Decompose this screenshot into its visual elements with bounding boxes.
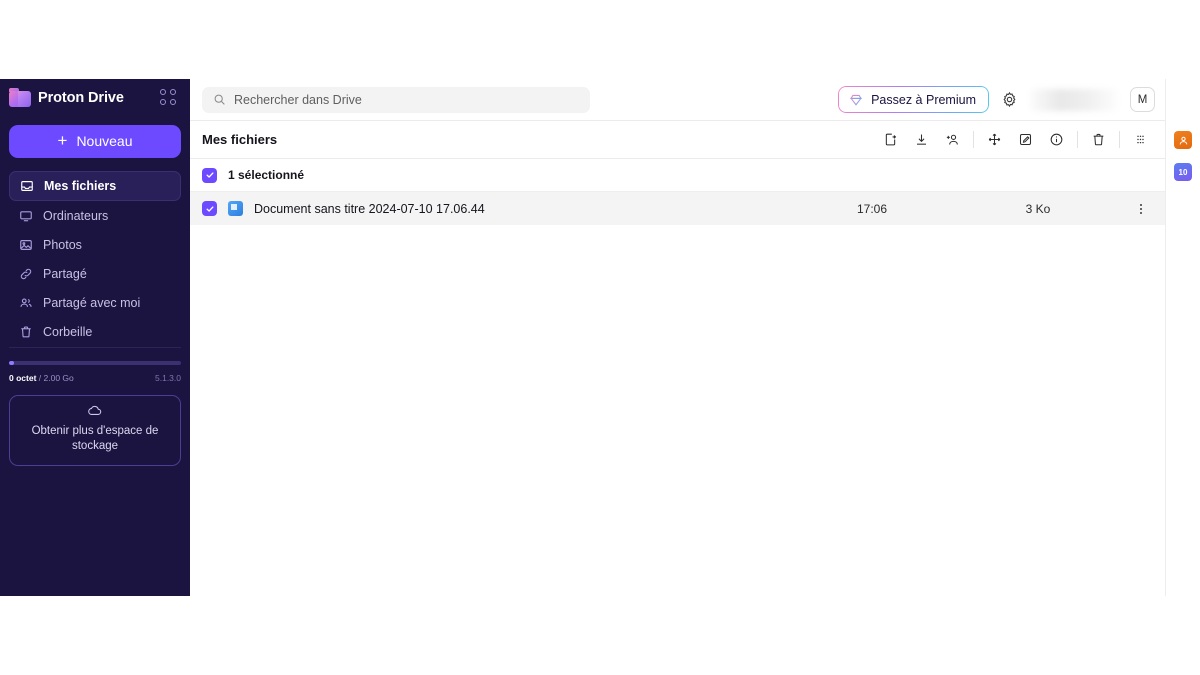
- sidebar-item-label: Photos: [43, 238, 82, 253]
- search-placeholder: Rechercher dans Drive: [234, 92, 362, 107]
- monitor-icon: [19, 209, 33, 223]
- sidebar-bottom-spacer: [0, 466, 190, 596]
- browser-extension-rail: 10: [1165, 79, 1200, 596]
- proton-doc-icon: [228, 201, 243, 216]
- sidebar-item-label: Mes fichiers: [44, 179, 117, 194]
- extension-orange-icon[interactable]: [1174, 131, 1192, 149]
- sidebar-nav: Mes fichiers Ordinateurs Photos Partagé …: [0, 171, 190, 347]
- app-version: 5.1.3.0: [155, 373, 181, 384]
- file-name: Document sans titre 2024-07-10 17.06.44: [254, 201, 485, 216]
- sidebar-item-label: Corbeille: [43, 325, 93, 340]
- main-area: Rechercher dans Drive Passez à Premium M…: [190, 79, 1165, 596]
- get-more-storage-line1: Obtenir plus d'espace de: [31, 425, 159, 438]
- select-all-checkbox[interactable]: [202, 167, 217, 183]
- storage-separator: /: [36, 373, 44, 384]
- move-icon[interactable]: [979, 127, 1010, 153]
- apps-grid-icon[interactable]: [158, 87, 180, 109]
- storage-meta: 0 octet / 2.00 Go 5.1.3.0: [9, 373, 181, 383]
- table-row[interactable]: Document sans titre 2024-07-10 17.06.44 …: [190, 192, 1165, 225]
- new-button-label: Nouveau: [76, 133, 133, 150]
- proton-drive-app: Proton Drive + Nouveau Mes fichiers Ordi…: [0, 79, 1165, 596]
- storage-usage-text: 0 octet / 2.00 Go: [9, 373, 74, 383]
- storage-divider: [9, 347, 181, 349]
- storage-total: 2.00 Go: [43, 373, 74, 384]
- gear-icon[interactable]: [1001, 91, 1018, 108]
- layout-icon[interactable]: [1125, 127, 1156, 153]
- file-size: 3 Ko: [1025, 201, 1051, 216]
- file-list: Document sans titre 2024-07-10 17.06.44 …: [190, 192, 1165, 596]
- file-modified-time: 17:06: [856, 201, 888, 216]
- avatar[interactable]: M: [1130, 87, 1155, 112]
- brand-row: Proton Drive: [0, 79, 190, 117]
- storage-progress-bar: [9, 361, 181, 366]
- topbar-right: Passez à Premium M: [838, 86, 1155, 113]
- sidebar-item-ordinateurs[interactable]: Ordinateurs: [9, 202, 181, 230]
- image-icon: [19, 238, 33, 252]
- trash-icon: [19, 325, 33, 339]
- sidebar-item-photos[interactable]: Photos: [9, 231, 181, 259]
- upgrade-premium-button[interactable]: Passez à Premium: [838, 86, 989, 113]
- toolbar-separator: [973, 131, 974, 148]
- share-file-icon[interactable]: [875, 127, 906, 153]
- sidebar-item-label: Ordinateurs: [43, 209, 109, 224]
- selection-count-label: 1 sélectionné: [228, 168, 305, 182]
- sidebar-item-label: Partagé: [43, 267, 87, 282]
- download-icon[interactable]: [906, 127, 937, 153]
- toolbar-actions: [875, 127, 1156, 153]
- brand-name: Proton Drive: [38, 89, 124, 106]
- sidebar-item-label: Partagé avec moi: [43, 296, 141, 311]
- topbar: Rechercher dans Drive Passez à Premium M: [190, 79, 1165, 121]
- selection-bar: 1 sélectionné: [190, 159, 1165, 192]
- rename-icon[interactable]: [1010, 127, 1041, 153]
- sidebar-item-mes-fichiers[interactable]: Mes fichiers: [9, 171, 181, 202]
- breadcrumb: Mes fichiers: [202, 132, 278, 147]
- row-checkbox[interactable]: [202, 201, 217, 216]
- proton-drive-logo-icon: [9, 88, 31, 108]
- share-with-user-icon[interactable]: [937, 127, 968, 153]
- upgrade-premium-label: Passez à Premium: [871, 92, 976, 107]
- users-icon: [19, 296, 33, 310]
- toolbar-separator: [1077, 131, 1078, 148]
- sidebar: Proton Drive + Nouveau Mes fichiers Ordi…: [0, 79, 190, 596]
- storage-progress-fill: [9, 361, 15, 366]
- toolbar: Mes fichiers: [190, 121, 1165, 159]
- sidebar-item-partage-avec-moi[interactable]: Partagé avec moi: [9, 289, 181, 317]
- toolbar-separator: [1119, 131, 1120, 148]
- new-button[interactable]: + Nouveau: [9, 124, 181, 159]
- details-icon[interactable]: [1041, 127, 1072, 153]
- more-vertical-icon[interactable]: [1129, 202, 1153, 216]
- get-more-storage-line2: stockage: [71, 440, 119, 453]
- storage-used: 0 octet: [9, 373, 37, 384]
- storage-section: 0 octet / 2.00 Go 5.1.3.0: [0, 347, 190, 383]
- extension-blue-icon[interactable]: 10: [1174, 163, 1192, 181]
- search-icon: [213, 93, 226, 106]
- cloud-icon: [18, 405, 172, 421]
- sidebar-item-partage[interactable]: Partagé: [9, 260, 181, 288]
- plus-icon: +: [57, 130, 68, 150]
- tray-icon: [20, 179, 34, 193]
- search-input[interactable]: Rechercher dans Drive: [202, 86, 590, 113]
- gem-icon: [849, 93, 863, 107]
- redacted-account-label: [1030, 88, 1118, 111]
- get-more-storage-button[interactable]: Obtenir plus d'espace de stockage: [9, 395, 181, 467]
- sidebar-item-corbeille[interactable]: Corbeille: [9, 318, 181, 346]
- link-icon: [19, 267, 33, 281]
- trash-icon[interactable]: [1083, 127, 1114, 153]
